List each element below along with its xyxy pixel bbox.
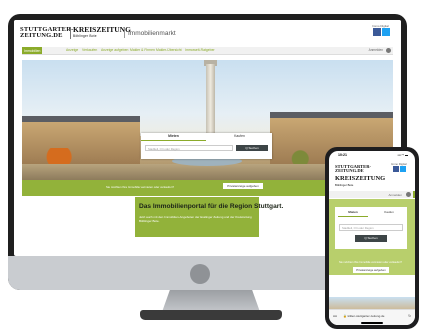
url-field[interactable]: 🔒 kitlien.stuttgarter-zeitung.de (343, 314, 384, 318)
nav-item-immobilien[interactable]: Immobilien (22, 47, 43, 54)
tab-mieten[interactable]: Mieten (141, 133, 206, 141)
user-icon[interactable] (406, 192, 411, 197)
promo-text: Jetzt auch mit den Immobilien-Angeboten … (139, 215, 252, 223)
nav-item-makler-uebersicht[interactable]: Makler-Übersicht (156, 48, 182, 52)
login-link[interactable]: Anmelden (388, 193, 402, 197)
stuttgarter-zeitung-logo[interactable]: STUTTGARTER- ZEITUNG.DE (335, 164, 371, 174)
user-icon[interactable] (386, 48, 391, 53)
logo-text: ZEITUNG.DE (20, 32, 63, 39)
nav-item-verkaufen[interactable]: Verkaufen (82, 48, 97, 52)
nav-item-anzeige[interactable]: Anzeige (66, 48, 78, 52)
logo-text: ZEITUNG.DE (335, 168, 364, 174)
nav-item-anzeige-aufgeben[interactable]: Anzeige aufgeben (101, 48, 128, 52)
stuttgarter-zeitung-logo[interactable]: STUTTGARTER- ZEITUNG.DE (20, 26, 73, 39)
menu-icon[interactable] (413, 191, 415, 198)
search-input[interactable]: Stadtteil, Ort oder Region (145, 145, 233, 151)
text-size-button[interactable]: AA (333, 314, 337, 318)
kreiszeitung-logo[interactable]: KREISZEITUNG Böblinger Bote (335, 175, 386, 188)
twitter-icon[interactable] (400, 166, 406, 172)
monitor-logo (190, 264, 210, 284)
main-nav: Immobilien Anzeige Verkaufen Anzeige auf… (22, 47, 393, 55)
tab-mieten[interactable]: Mieten (335, 210, 371, 214)
promo-banner: Das Immobilienportal für die Region Stut… (135, 197, 283, 237)
status-bar: 10:21 ▪▪▪ ◠ ▬ (329, 151, 415, 159)
logo-tagline: Böblinger Bote (73, 34, 97, 38)
nav-item-makler-firmen[interactable]: Makler & Firmen (130, 48, 155, 52)
facebook-icon[interactable] (373, 28, 381, 36)
site-header: STUTTGARTER- ZEITUNG.DE KREISZEITUNG Böb… (14, 20, 401, 46)
login-link[interactable]: Anmelden (369, 48, 383, 52)
section-title: Immobilienmarkt (128, 30, 176, 37)
monitor-base (140, 310, 282, 320)
phone-screen: 10:21 ▪▪▪ ◠ ▬ STUTTGARTER- ZEITUNG.DE KR… (329, 151, 415, 325)
logo-tagline: Böblinger Bote (335, 183, 354, 187)
search-input[interactable]: Stadtteil, Ort oder Region (339, 224, 403, 231)
private-ad-button[interactable]: Privatanzeige aufgeben (353, 267, 389, 273)
private-ad-button[interactable]: Privatanzeige aufgeben (223, 183, 263, 189)
facebook-icon[interactable] (393, 166, 399, 172)
login-bar: Anmelden (329, 191, 415, 198)
twitter-icon[interactable] (382, 28, 390, 36)
monitor-stand (162, 290, 260, 312)
active-tab-indicator (338, 216, 368, 217)
logo-divider (70, 27, 71, 39)
status-time: 10:21 (338, 153, 347, 157)
search-box: Mieten Kaufen Stadtteil, Ort oder Region… (141, 133, 272, 159)
title-divider (124, 28, 125, 38)
promo-heading: Das Immobilienportal für die Region Stut… (139, 203, 284, 210)
kreiszeitung-logo[interactable]: KREISZEITUNG Böblinger Bote (73, 26, 131, 40)
reload-icon[interactable]: ↻ (408, 314, 411, 318)
private-ad-text: Sie möchten Ihre Immobilie vermieten ode… (339, 261, 403, 264)
tab-kaufen[interactable]: Kaufen (207, 133, 272, 140)
search-card: Mieten Kaufen Stadtteil, Ort oder Region… (335, 207, 407, 249)
home-indicator (361, 322, 383, 324)
search-button[interactable]: Q Suchen (236, 145, 268, 151)
search-button[interactable]: Q Suchen (355, 235, 387, 242)
nav-item-ratgeber[interactable]: Immowelt-Ratgeber (185, 48, 215, 52)
logo-text: KREISZEITUNG (335, 175, 386, 182)
private-ad-text: Sie möchten Ihre Immobilie vermieten ode… (106, 185, 174, 189)
signal-icons: ▪▪▪ ◠ ▬ (397, 153, 408, 157)
tab-kaufen[interactable]: Kaufen (371, 210, 407, 214)
